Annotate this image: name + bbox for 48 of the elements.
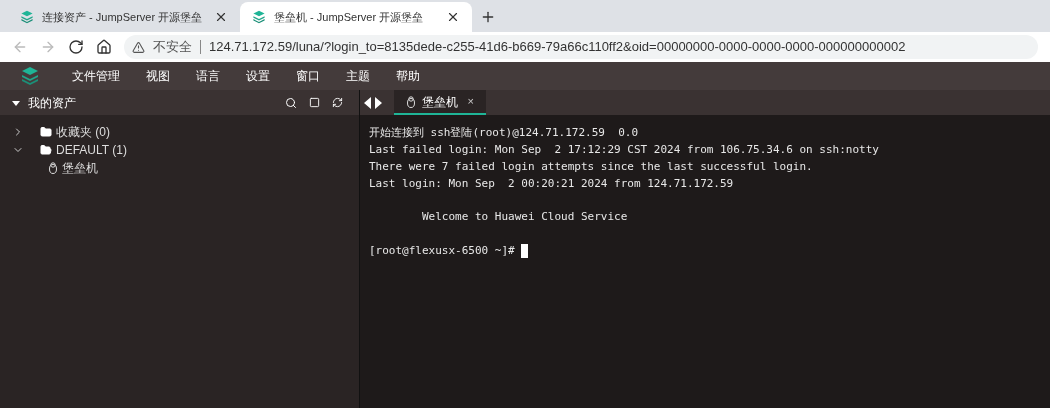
menu-item[interactable]: 主题: [334, 67, 382, 85]
folder-icon: [40, 144, 52, 156]
terminal-line: 开始连接到 ssh登陆(root)@124.71.172.59 0.0: [369, 125, 640, 141]
layers-logo-icon: [252, 10, 266, 24]
warning-icon: [132, 40, 145, 54]
terminal-cursor: [520, 243, 528, 258]
menu-item[interactable]: 语言: [184, 67, 232, 85]
close-icon[interactable]: [214, 10, 228, 24]
search-icon[interactable]: [285, 96, 297, 109]
url-text: 124.71.172.59/luna/?login_to=8135dede-c255-41d6-b669-79a66c110ff2&oid=00000000-0000-0000-0000-000000000002: [209, 38, 906, 57]
folder-label: DEFAULT (1): [56, 142, 127, 159]
tree-folder[interactable]: DEFAULT (1): [12, 141, 347, 159]
folder-icon: [40, 126, 52, 138]
address-field[interactable]: 不安全 124.71.172.59/luna/?login_to=8135dede-c255-41d6-b669-79a66c110ff2&oid=00000000-0000-0000-0000-000000000002: [124, 35, 1038, 59]
layers-logo-icon: [20, 66, 40, 86]
menu-item[interactable]: 视图: [134, 67, 182, 85]
menu-item[interactable]: 设置: [234, 67, 282, 85]
tab-title: 堡垒机 - JumpServer 开源堡垒: [274, 9, 425, 25]
sidebar-title: 我的资产: [28, 94, 77, 112]
tab-title: 连接资产 - JumpServer 开源堡垒: [42, 9, 204, 25]
menu-item[interactable]: 帮助: [384, 67, 432, 85]
asset-label: 堡垒机: [62, 160, 98, 177]
new-tab-icon[interactable]: [480, 9, 496, 25]
security-label: 不安全: [153, 38, 192, 57]
tree-folder[interactable]: 收藏夹 (0): [12, 123, 347, 141]
tree-asset[interactable]: 堡垒机: [48, 159, 347, 177]
caret-down-icon[interactable]: [12, 98, 20, 107]
home-icon[interactable]: [96, 39, 112, 55]
folder-label: 收藏夹 (0): [56, 124, 110, 141]
menu-item[interactable]: 窗口: [284, 67, 332, 85]
reload-icon[interactable]: [68, 39, 84, 55]
close-icon[interactable]: [446, 10, 460, 24]
session-tab-label: 堡垒机: [422, 93, 458, 111]
browser-tab[interactable]: 堡垒机 - JumpServer 开源堡垒: [240, 2, 472, 32]
square-icon[interactable]: [309, 97, 320, 108]
refresh-icon[interactable]: [332, 97, 343, 108]
terminal-line: There were 7 failed login attempts since the last successful login.: [369, 159, 814, 175]
menu-item[interactable]: 文件管理: [60, 67, 132, 85]
penguin-icon: [48, 162, 58, 174]
terminal-line: Last failed login: Mon Sep 2 17:12:29 CST 2024 from 106.75.34.6 on ssh:notty: [369, 142, 880, 158]
close-icon[interactable]: ×: [467, 93, 474, 110]
session-tab[interactable]: 堡垒机 ×: [394, 90, 486, 115]
left-right-arrows-icon[interactable]: [364, 96, 382, 109]
terminal-line: Last login: Mon Sep 2 00:20:21 2024 from 124.71.172.59: [369, 176, 735, 192]
penguin-icon: [406, 95, 416, 108]
layers-logo-icon: [20, 10, 34, 24]
terminal-prompt: [root@flexusx-6500 ~]#: [369, 243, 515, 259]
terminal-line: Welcome to Huawei Cloud Service: [420, 209, 629, 225]
